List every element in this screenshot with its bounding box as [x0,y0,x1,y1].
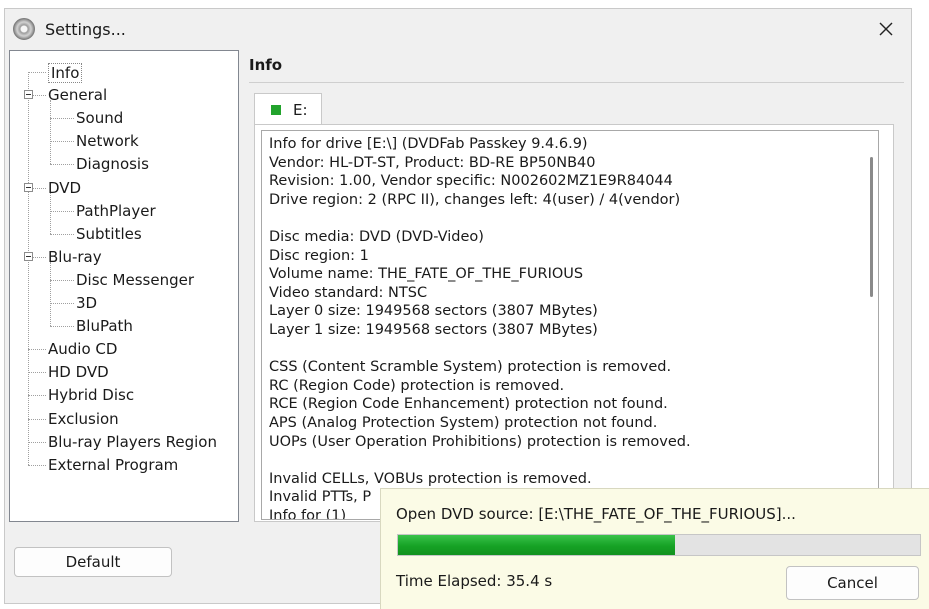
drive-info-text[interactable]: Info for drive [E:\] (DVDFab Passkey 9.4… [261,130,879,520]
tree-item-disc-messenger[interactable]: Disc Messenger [10,269,238,291]
tree-connector [50,303,74,304]
progress-dialog: Open DVD source: [E:\THE_FATE_OF_THE_FUR… [380,488,929,609]
tree-item-label: Blu-ray [48,247,102,266]
info-line: Invalid CELLs, VOBUs protection is remov… [269,470,592,487]
info-line: Vendor: HL-DT-ST, Product: BD-RE BP50NB4… [269,154,596,171]
tree-item-diagnosis[interactable]: Diagnosis [10,153,238,175]
tree-item-hd-dvd[interactable]: HD DVD [10,361,238,383]
tree-item-label: General [48,86,108,105]
tree-connector [28,441,46,443]
tree-item-dvd[interactable]: DVD [10,177,238,199]
tree-connector [50,326,74,328]
close-icon [879,22,893,36]
tree-item-exclusion[interactable]: Exclusion [10,408,238,430]
tree-item-label: Hybrid Disc [48,386,135,405]
tree-item-general[interactable]: General [10,84,238,106]
tree-item-label: Diagnosis [76,155,149,174]
tree-item-label: BluPath [76,317,133,336]
tree-item-label: Sound [76,109,124,128]
info-line: Disc media: DVD (DVD-Video) [269,229,484,245]
tree-item-label: Exclusion [48,409,119,428]
tree-item-blu-ray[interactable]: Blu-ray [10,246,238,268]
info-line: Volume name: THE_FATE_OF_THE_FURIOUS [269,266,584,283]
tree-item-blupath[interactable]: BluPath [10,315,238,337]
tree-item-hybrid-disc[interactable]: Hybrid Disc [10,384,238,406]
tree-item-audio-cd[interactable]: Audio CD [10,338,238,360]
info-line: CSS (Content Scramble System) protection… [269,359,672,376]
progress-message: Open DVD source: [E:\THE_FATE_OF_THE_FUR… [396,505,796,523]
info-line: Layer 0 size: 1949568 sectors (3807 MByt… [269,303,598,320]
tree-item-label: External Program [48,455,179,474]
tree-item-label: 3D [76,294,98,312]
tree-connector [50,141,74,143]
progress-bar [397,534,921,556]
tree-item-label: Network [76,132,139,151]
tree-item-pathplayer[interactable]: PathPlayer [10,200,238,222]
time-elapsed: Time Elapsed: 35.4 s [396,572,553,590]
tab-label: E: [293,100,308,119]
info-line: Disc region: 1 [269,247,369,264]
window-title: Settings... [45,19,126,39]
scrollbar-thumb[interactable] [870,157,873,297]
tree-connector [50,118,74,120]
tree-item-sound[interactable]: Sound [10,107,238,129]
tree-connector [28,418,46,420]
progress-bar-fill [398,535,675,555]
info-line: Info for (1) [269,508,347,520]
info-line: RC (Region Code) protection is removed. [269,377,565,394]
tree-connector [28,349,46,351]
tree-item-label: Disc Messenger [76,270,195,289]
info-line: UOPs (User Operation Prohibitions) prote… [269,433,691,450]
tree-connector [50,233,74,235]
tree-connector [28,395,46,397]
tree-connector [28,464,46,466]
tree-item-subtitles[interactable]: Subtitles [10,223,238,245]
tree-item-blu-ray-players-region[interactable]: Blu-ray Players Region [10,431,238,453]
tree-item-external-program[interactable]: External Program [10,454,238,476]
info-line: Video standard: NTSC [269,284,428,301]
tree-item-label: DVD [48,178,82,197]
section-title: Info [249,56,283,74]
info-line: Revision: 1.00, Vendor specific: N002602… [269,173,673,190]
tree-item-label: Audio CD [48,340,118,359]
close-button[interactable] [871,15,901,43]
collapse-icon[interactable] [24,182,33,192]
tree-connector [50,164,74,166]
collapse-icon[interactable] [24,251,33,261]
cancel-button[interactable]: Cancel [786,566,919,600]
info-line: Layer 1 size: 1949568 sectors (3807 MByt… [269,322,598,338]
tree-item-label: PathPlayer [76,201,156,220]
tree-connector [50,210,74,212]
tree-item-label: HD DVD [48,363,109,382]
info-line: RCE (Region Code Enhancement) protection… [269,396,668,413]
settings-tree[interactable]: Info General Sound Network Diagnosis DVD PathP… [9,50,239,522]
disc-icon [13,18,35,40]
tree-item-3d[interactable]: 3D [10,292,238,314]
info-line: Invalid PTTs, P [269,489,372,506]
tree-item-label: Info [48,63,83,83]
default-button[interactable]: Default [14,547,172,577]
tree-item-label: Subtitles [76,224,142,243]
tree-item-label: Blu-ray Players Region [48,432,217,451]
tab-drive-e[interactable]: E: [254,93,322,125]
tree-connector [28,72,46,73]
info-line: Info for drive [E:\] (DVDFab Passkey 9.4… [269,136,588,152]
info-line: APS (Analog Protection System) protectio… [269,415,658,431]
collapse-icon[interactable] [24,90,33,100]
info-line: Drive region: 2 (RPC II), changes left: … [269,191,681,208]
section-divider [249,82,904,83]
tree-connector [28,372,46,374]
drive-status-icon [271,104,281,115]
tree-connector [50,279,74,281]
title-bar: Settings... [5,9,911,49]
tree-item-network[interactable]: Network [10,130,238,152]
tree-item-info[interactable]: Info [10,61,238,83]
